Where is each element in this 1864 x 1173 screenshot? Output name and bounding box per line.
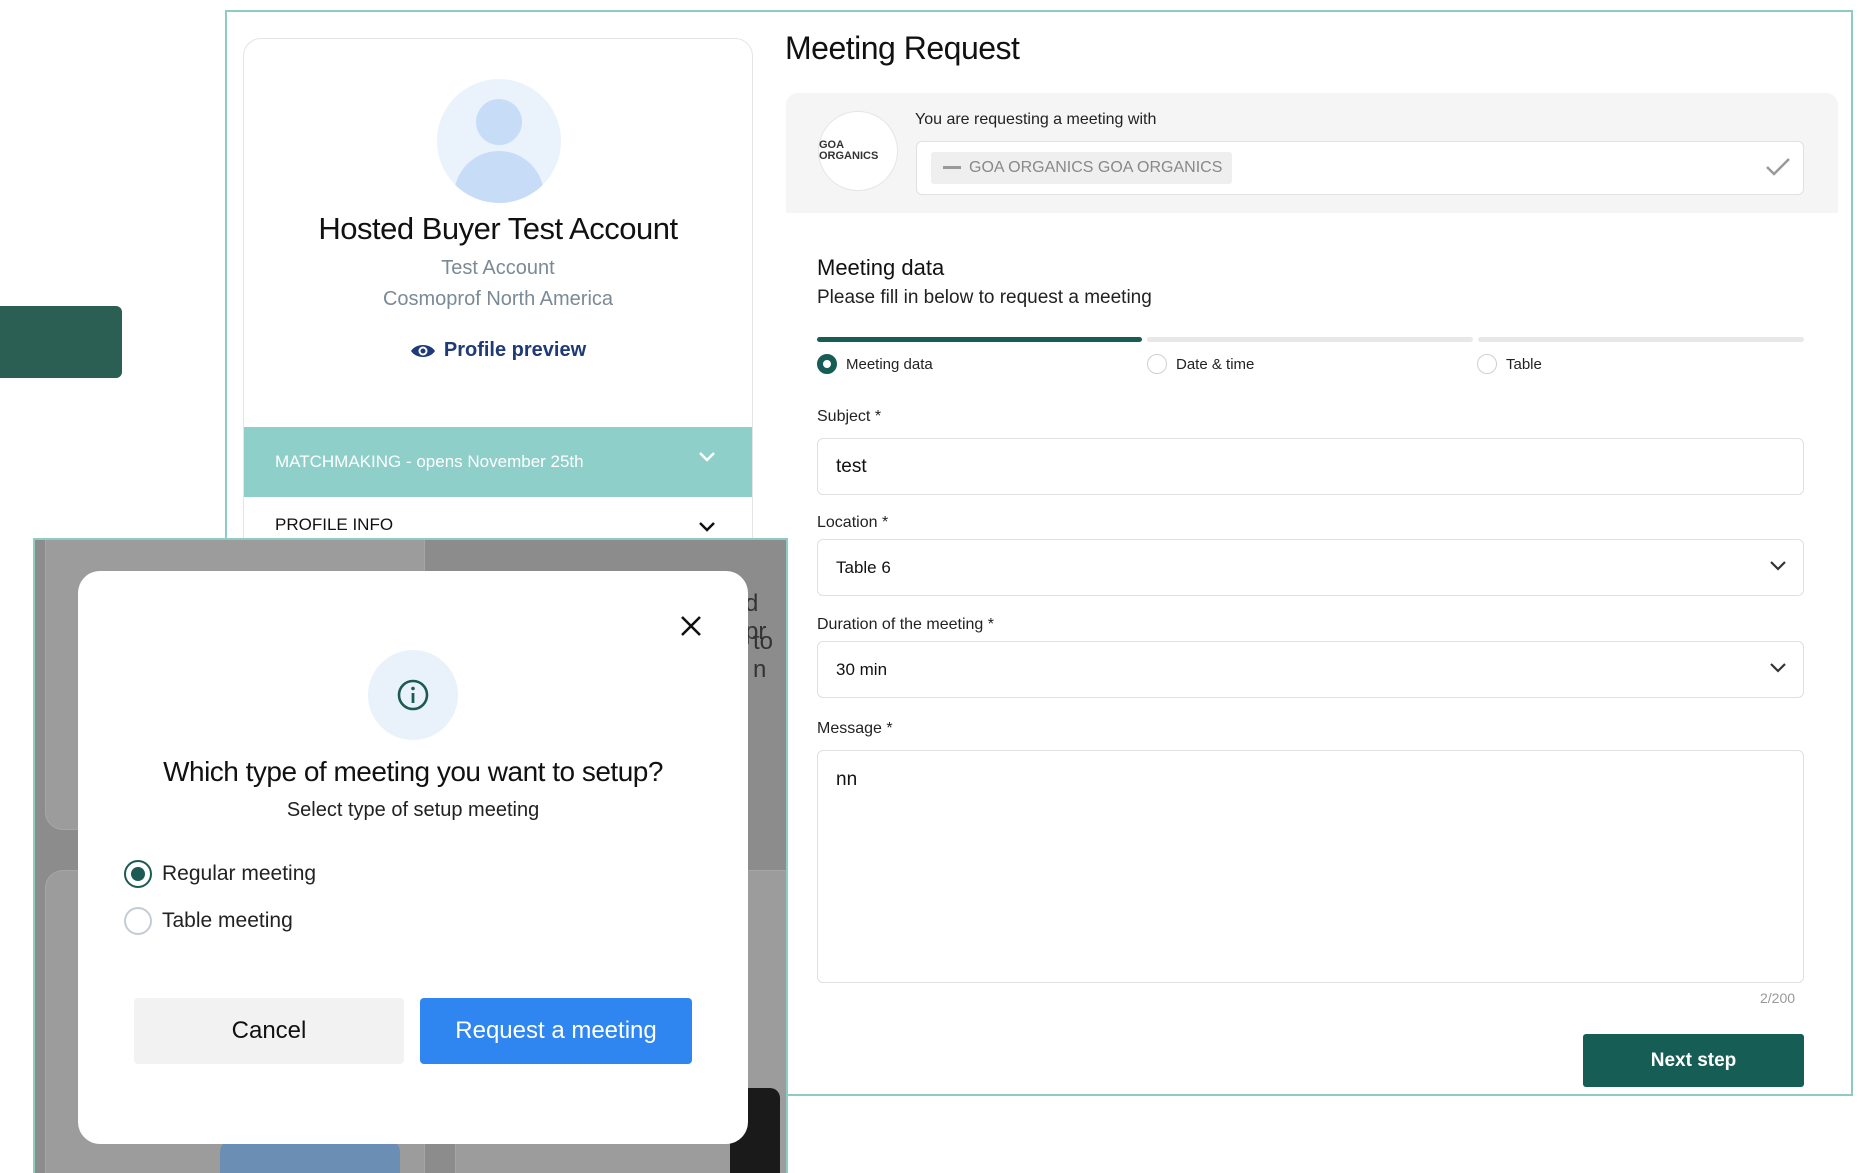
recipient-field: GOA ORGANICS GOA ORGANICS: [916, 141, 1804, 195]
step-indicator: [817, 354, 837, 374]
section-title: Meeting data: [817, 255, 945, 280]
profile-name: Hosted Buyer Test Account: [318, 211, 678, 246]
subject-value: test: [836, 455, 867, 477]
duration-value: 30 min: [836, 659, 888, 679]
location-label: Location *: [817, 514, 889, 531]
background-text: to n: [753, 628, 774, 683]
profile-info-label: PROFILE INFO: [275, 515, 394, 534]
message-value: nn: [836, 769, 858, 790]
message-textarea[interactable]: nn: [817, 750, 1804, 983]
section-subtitle: Please fill in below to request a meetin…: [817, 287, 1152, 308]
chevron-down-icon: [699, 452, 715, 462]
chevron-down-icon: [1770, 663, 1786, 673]
option-table-meeting[interactable]: Table meeting: [124, 907, 293, 935]
info-icon: [397, 679, 429, 711]
chevron-down-icon: [699, 522, 715, 532]
step-indicator: [1477, 354, 1497, 374]
matchmaking-label: MATCHMAKING - opens November 25th: [275, 452, 584, 471]
progress-segment-3: [1478, 337, 1804, 342]
step-meeting-data[interactable]: Meeting data: [817, 354, 933, 374]
step-date-time[interactable]: Date & time: [1147, 354, 1254, 374]
duration-select[interactable]: 30 min: [817, 641, 1804, 698]
step-indicator: [1147, 354, 1167, 374]
modal-subtitle: Select type of setup meeting: [286, 799, 540, 821]
requesting-label: You are requesting a meeting with: [915, 111, 1157, 128]
profile-event: Cosmoprof North America: [382, 288, 614, 310]
chevron-down-icon: [1770, 561, 1786, 571]
step-label: Table: [1506, 355, 1542, 373]
profile-info-section[interactable]: PROFILE INFO: [244, 515, 752, 535]
radio-button[interactable]: [124, 860, 152, 888]
company-logo: GOA ORGANICS: [818, 111, 898, 191]
message-label: Message *: [817, 720, 893, 737]
check-icon: [1766, 158, 1790, 176]
duration-label: Duration of the meeting *: [817, 616, 994, 633]
profile-card: Hosted Buyer Test Account Test Account C…: [243, 38, 753, 558]
side-tab[interactable]: [0, 306, 122, 378]
option-regular-meeting[interactable]: Regular meeting: [124, 860, 316, 888]
page-title: Meeting Request: [785, 30, 1020, 66]
profile-preview-link[interactable]: Profile preview: [244, 339, 752, 362]
subject-input[interactable]: test: [817, 438, 1804, 495]
recipient-chip: GOA ORGANICS GOA ORGANICS: [931, 152, 1233, 184]
avatar-body-shape: [454, 151, 544, 203]
next-step-button[interactable]: Next step: [1583, 1034, 1804, 1087]
avatar: [437, 79, 561, 203]
request-meeting-button[interactable]: Request a meeting: [420, 998, 692, 1064]
progress-segment-2: [1147, 337, 1473, 342]
step-table[interactable]: Table: [1477, 354, 1542, 374]
company-logo-text: GOA ORGANICS: [819, 139, 879, 162]
recipient-box: GOA ORGANICS You are requesting a meetin…: [786, 93, 1838, 213]
radio-button[interactable]: [124, 907, 152, 935]
profile-role: Test Account: [441, 257, 555, 279]
option-label: Regular meeting: [162, 862, 317, 885]
meeting-type-modal: Which type of meeting you want to setup?…: [78, 571, 748, 1144]
eye-icon: [410, 344, 435, 357]
step-label: Date & time: [1176, 355, 1255, 373]
char-counter: 2/200: [1760, 990, 1796, 1006]
company-mini-icon: [943, 166, 961, 169]
close-icon[interactable]: [679, 614, 703, 638]
location-select[interactable]: Table 6: [817, 539, 1804, 596]
recipient-chip-label: GOA ORGANICS GOA ORGANICS: [969, 159, 1223, 176]
avatar-head-shape: [476, 99, 522, 145]
step-label: Meeting data: [846, 355, 933, 373]
background-product-image: [220, 1140, 400, 1173]
matchmaking-section[interactable]: MATCHMAKING - opens November 25th: [244, 427, 752, 497]
cancel-button[interactable]: Cancel: [134, 998, 404, 1064]
info-badge: [368, 650, 458, 740]
subject-label: Subject *: [817, 408, 882, 425]
progress-segment-1: [817, 337, 1142, 342]
option-label: Table meeting: [162, 909, 293, 932]
profile-preview-label: Profile preview: [443, 339, 587, 361]
modal-title: Which type of meeting you want to setup?: [163, 756, 663, 787]
location-value: Table 6: [836, 557, 891, 577]
